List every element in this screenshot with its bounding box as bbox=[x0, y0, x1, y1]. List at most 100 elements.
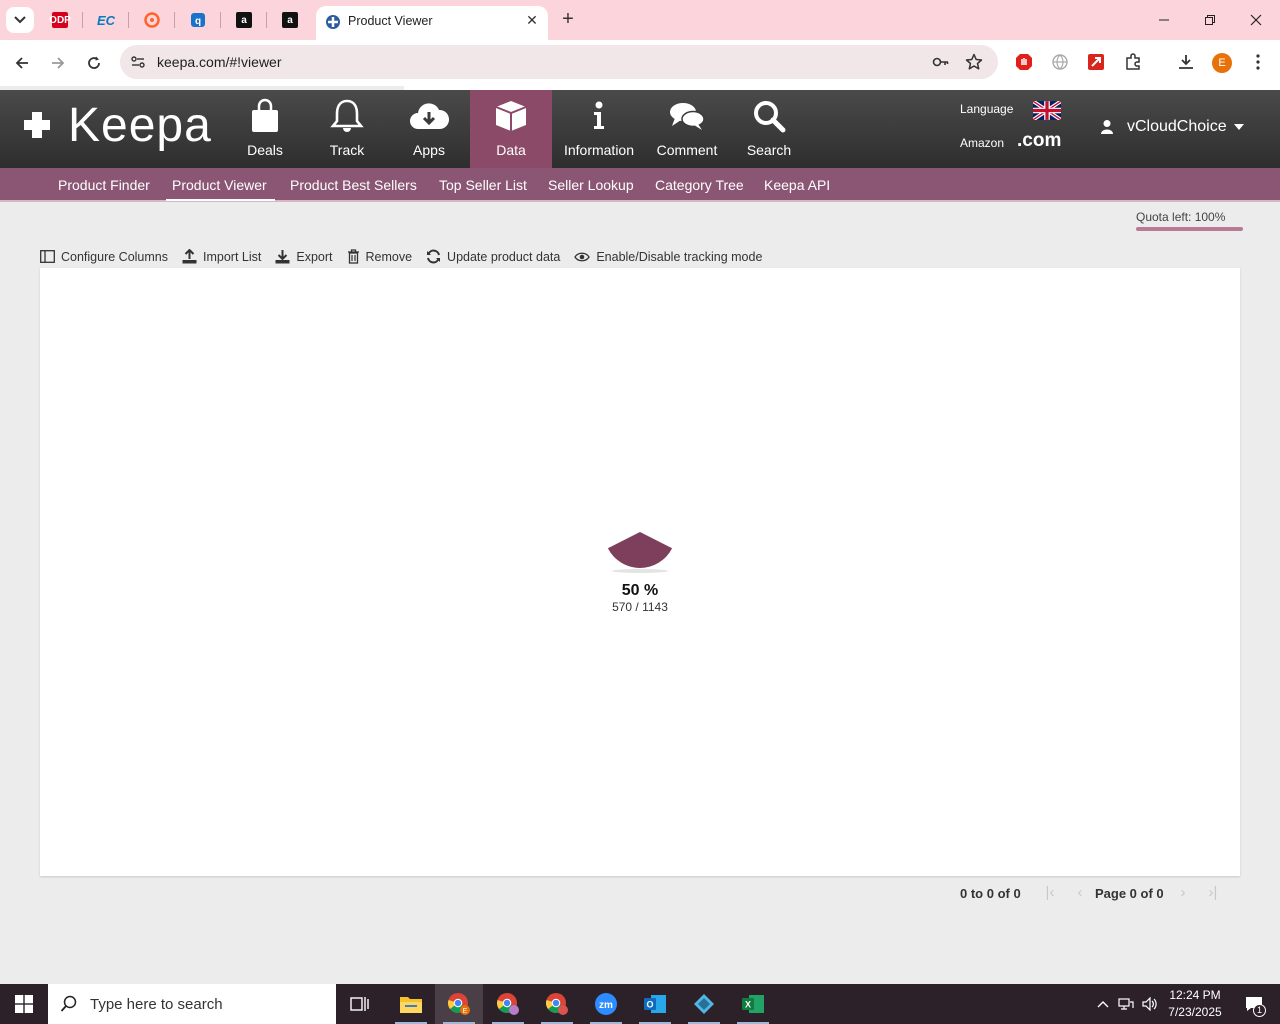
arrow-left-icon bbox=[15, 57, 28, 69]
product-viewer-panel: 50 % 570 / 1143 bbox=[40, 268, 1240, 876]
menu-apps-label: Apps bbox=[413, 142, 445, 158]
menu-apps[interactable]: Apps bbox=[393, 90, 465, 168]
menu-information-label: Information bbox=[563, 142, 635, 158]
extensions-puzzle-icon[interactable] bbox=[1122, 51, 1144, 73]
close-tab-icon[interactable]: ✕ bbox=[524, 12, 540, 28]
taskbar-search-placeholder: Type here to search bbox=[90, 995, 223, 1013]
profile-avatar[interactable]: E bbox=[1212, 53, 1232, 73]
menu-comment[interactable]: Comment bbox=[650, 90, 724, 168]
next-page-button[interactable]: › bbox=[1174, 884, 1192, 902]
pinned-tab-amazon-2[interactable]: a bbox=[278, 8, 302, 32]
show-hidden-icons-button[interactable] bbox=[1093, 984, 1113, 1024]
uk-flag-icon[interactable] bbox=[1033, 101, 1061, 120]
tracking-mode-button[interactable]: Enable/Disable tracking mode bbox=[574, 250, 762, 264]
user-menu[interactable]: vCloudChoice bbox=[1100, 118, 1244, 136]
outlook-icon: O bbox=[644, 995, 666, 1013]
magnifier-icon bbox=[754, 101, 786, 133]
menu-data-label: Data bbox=[496, 142, 526, 158]
network-icon[interactable] bbox=[1116, 984, 1136, 1024]
taskbar-chrome-profile-e[interactable]: E bbox=[435, 984, 483, 1024]
menu-search[interactable]: Search bbox=[734, 90, 804, 168]
subnav-product-viewer[interactable]: Product Viewer bbox=[166, 177, 275, 201]
export-button[interactable]: Export bbox=[275, 249, 333, 264]
restore-window-button[interactable] bbox=[1198, 8, 1222, 32]
minimize-window-button[interactable] bbox=[1152, 8, 1176, 32]
keepa-favicon-icon bbox=[326, 15, 340, 29]
subnav-keepa-api[interactable]: Keepa API bbox=[764, 177, 830, 193]
downloads-icon[interactable] bbox=[1175, 51, 1197, 73]
tab-title: Product Viewer bbox=[348, 14, 433, 28]
menu-track[interactable]: Track bbox=[311, 90, 383, 168]
start-button[interactable] bbox=[0, 984, 48, 1024]
keepa-logo[interactable]: Keepa bbox=[22, 99, 212, 152]
caret-down-icon bbox=[1233, 124, 1244, 130]
box-icon bbox=[495, 101, 527, 131]
subnav-product-best-sellers[interactable]: Product Best Sellers bbox=[290, 177, 417, 193]
menu-information[interactable]: Information bbox=[556, 90, 642, 168]
subnav-category-tree[interactable]: Category Tree bbox=[655, 177, 744, 193]
subnav-top-seller-list[interactable]: Top Seller List bbox=[439, 177, 527, 193]
amazon-locale-label: Amazon bbox=[960, 136, 1005, 150]
reload-icon bbox=[88, 56, 100, 69]
tab-product-viewer[interactable]: Product Viewer ✕ bbox=[316, 6, 548, 40]
arrow-right-icon bbox=[52, 57, 65, 69]
extension-adblock-icon[interactable] bbox=[1013, 51, 1035, 73]
back-button[interactable] bbox=[10, 51, 34, 75]
address-bar[interactable]: keepa.com/#!viewer bbox=[120, 45, 998, 79]
close-icon bbox=[1250, 14, 1262, 26]
extension-globe-icon[interactable] bbox=[1049, 51, 1071, 73]
chrome-icon bbox=[546, 993, 568, 1015]
update-product-data-button[interactable]: Update product data bbox=[426, 249, 560, 264]
import-list-button[interactable]: Import List bbox=[182, 249, 261, 264]
upload-icon bbox=[182, 249, 197, 264]
svg-text:O: O bbox=[646, 1000, 653, 1010]
previous-page-button[interactable]: ‹ bbox=[1071, 884, 1089, 902]
forward-button[interactable] bbox=[46, 51, 70, 75]
menu-track-label: Track bbox=[329, 142, 365, 158]
taskbar-chrome-profile-2[interactable] bbox=[484, 984, 532, 1024]
columns-icon bbox=[40, 250, 55, 263]
volume-icon[interactable] bbox=[1140, 984, 1160, 1024]
taskbar-clock[interactable]: 12:24 PM 7/23/2025 bbox=[1160, 987, 1230, 1021]
bookmark-star-icon[interactable] bbox=[965, 53, 983, 71]
pinned-tab-amazon-1[interactable]: a bbox=[232, 8, 256, 32]
menu-search-label: Search bbox=[746, 142, 792, 158]
excel-icon: X bbox=[742, 995, 764, 1013]
taskbar-zoom[interactable]: zm bbox=[582, 984, 630, 1024]
last-page-button[interactable]: ›| bbox=[1204, 884, 1222, 902]
tracking-mode-label: Enable/Disable tracking mode bbox=[596, 249, 763, 264]
taskbar-app-diamond[interactable] bbox=[680, 984, 728, 1024]
menu-data[interactable]: Data bbox=[470, 90, 552, 168]
password-key-icon[interactable] bbox=[932, 53, 950, 71]
pinned-tab-office-depot[interactable]: ODP bbox=[48, 8, 72, 32]
pinned-tab-keepa[interactable]: q bbox=[186, 8, 210, 32]
configure-columns-button[interactable]: Configure Columns bbox=[40, 250, 168, 264]
new-tab-button[interactable]: + bbox=[558, 8, 578, 32]
pinned-tab-ec[interactable]: EC bbox=[94, 8, 118, 32]
task-view-button[interactable] bbox=[336, 984, 384, 1024]
eye-icon bbox=[574, 252, 591, 261]
browser-menu-icon[interactable] bbox=[1247, 51, 1269, 73]
pinned-tab-semrush[interactable] bbox=[140, 8, 164, 32]
taskbar-search-box[interactable]: Type here to search bbox=[48, 984, 336, 1024]
subnav-product-finder[interactable]: Product Finder bbox=[58, 177, 150, 193]
menu-deals[interactable]: Deals bbox=[229, 90, 301, 168]
clock-date: 7/23/2025 bbox=[1168, 1005, 1222, 1019]
extension-arrow-icon[interactable] bbox=[1085, 51, 1107, 73]
first-page-button[interactable]: |‹ bbox=[1041, 884, 1059, 902]
reload-button[interactable] bbox=[82, 51, 106, 75]
amazon-domain-selector[interactable]: .com bbox=[1017, 130, 1061, 152]
taskbar-outlook[interactable]: O bbox=[631, 984, 679, 1024]
remove-button[interactable]: Remove bbox=[347, 249, 412, 264]
taskbar-file-explorer[interactable] bbox=[387, 984, 435, 1024]
site-info-icon[interactable] bbox=[129, 53, 147, 71]
taskbar-excel[interactable]: X bbox=[729, 984, 777, 1024]
subnav-seller-lookup[interactable]: Seller Lookup bbox=[548, 177, 634, 193]
close-window-button[interactable] bbox=[1244, 8, 1268, 32]
keepa-tab-icon: q bbox=[191, 13, 205, 27]
tab-search-button[interactable] bbox=[6, 7, 34, 33]
notification-center-button[interactable]: 1 bbox=[1234, 984, 1274, 1024]
user-icon bbox=[1101, 120, 1113, 134]
taskbar-chrome-profile-3[interactable] bbox=[533, 984, 581, 1024]
chrome-icon: E bbox=[448, 993, 470, 1015]
